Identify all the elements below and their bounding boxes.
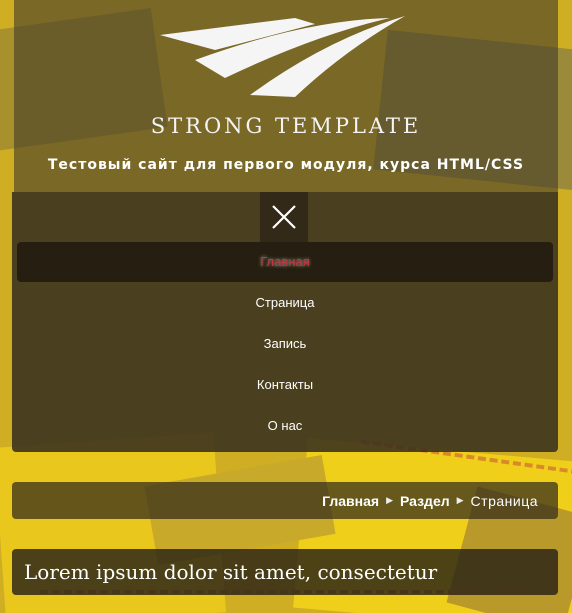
breadcrumb-link-section[interactable]: Раздел [400, 493, 450, 509]
breadcrumb: Главная ▶ Раздел ▶ Страница [12, 482, 558, 519]
site-subtitle: Тестовый сайт для первого модуля, курса … [47, 157, 525, 173]
menu-item-page[interactable]: Страница [17, 283, 553, 323]
menu-item-post[interactable]: Запись [17, 324, 553, 364]
close-icon [272, 205, 296, 229]
menu-close-button[interactable] [260, 192, 308, 242]
menu-item-contacts[interactable]: Контакты [17, 365, 553, 405]
content-heading: Lorem ipsum dolor sit amet, consectetur [12, 549, 558, 595]
breadcrumb-link-home[interactable]: Главная [322, 493, 379, 509]
breadcrumb-current: Страница [470, 492, 538, 509]
site-title: STRONG TEMPLATE [150, 114, 422, 138]
menu-item-about[interactable]: О нас [17, 406, 553, 446]
logo-icon [160, 16, 405, 97]
menu-item-home[interactable]: Главная [17, 242, 553, 282]
caret-right-icon: ▶ [386, 495, 393, 505]
caret-right-icon: ▶ [456, 495, 464, 505]
